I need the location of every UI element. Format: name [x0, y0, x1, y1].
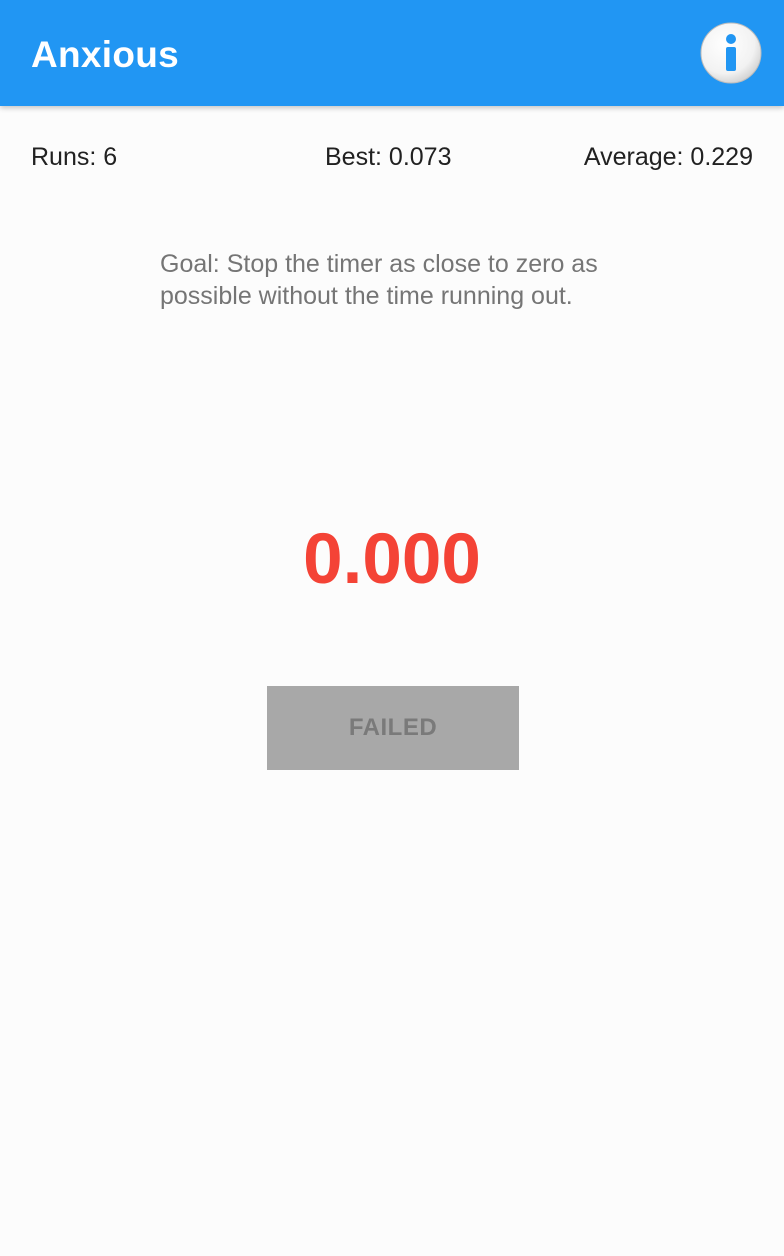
timer-display: 0.000 — [303, 520, 481, 599]
best-stat: Best: 0.073 — [325, 143, 452, 171]
runs-stat: Runs: 6 — [31, 143, 118, 171]
app-screen: Anxious Runs: 6 Best: 0.073 Average: 0.2… — [0, 0, 784, 1256]
stats-row: Runs: 6 Best: 0.073 Average: 0.229 — [0, 139, 784, 175]
goal-description: Goal: Stop the timer as close to zero as… — [160, 250, 598, 310]
info-button[interactable] — [700, 22, 762, 84]
app-title: Anxious — [31, 34, 180, 75]
info-icon — [700, 22, 762, 84]
app-bar: Anxious — [0, 0, 784, 106]
failed-button[interactable]: FAILED — [267, 686, 519, 770]
average-stat: Average: 0.229 — [583, 143, 753, 171]
